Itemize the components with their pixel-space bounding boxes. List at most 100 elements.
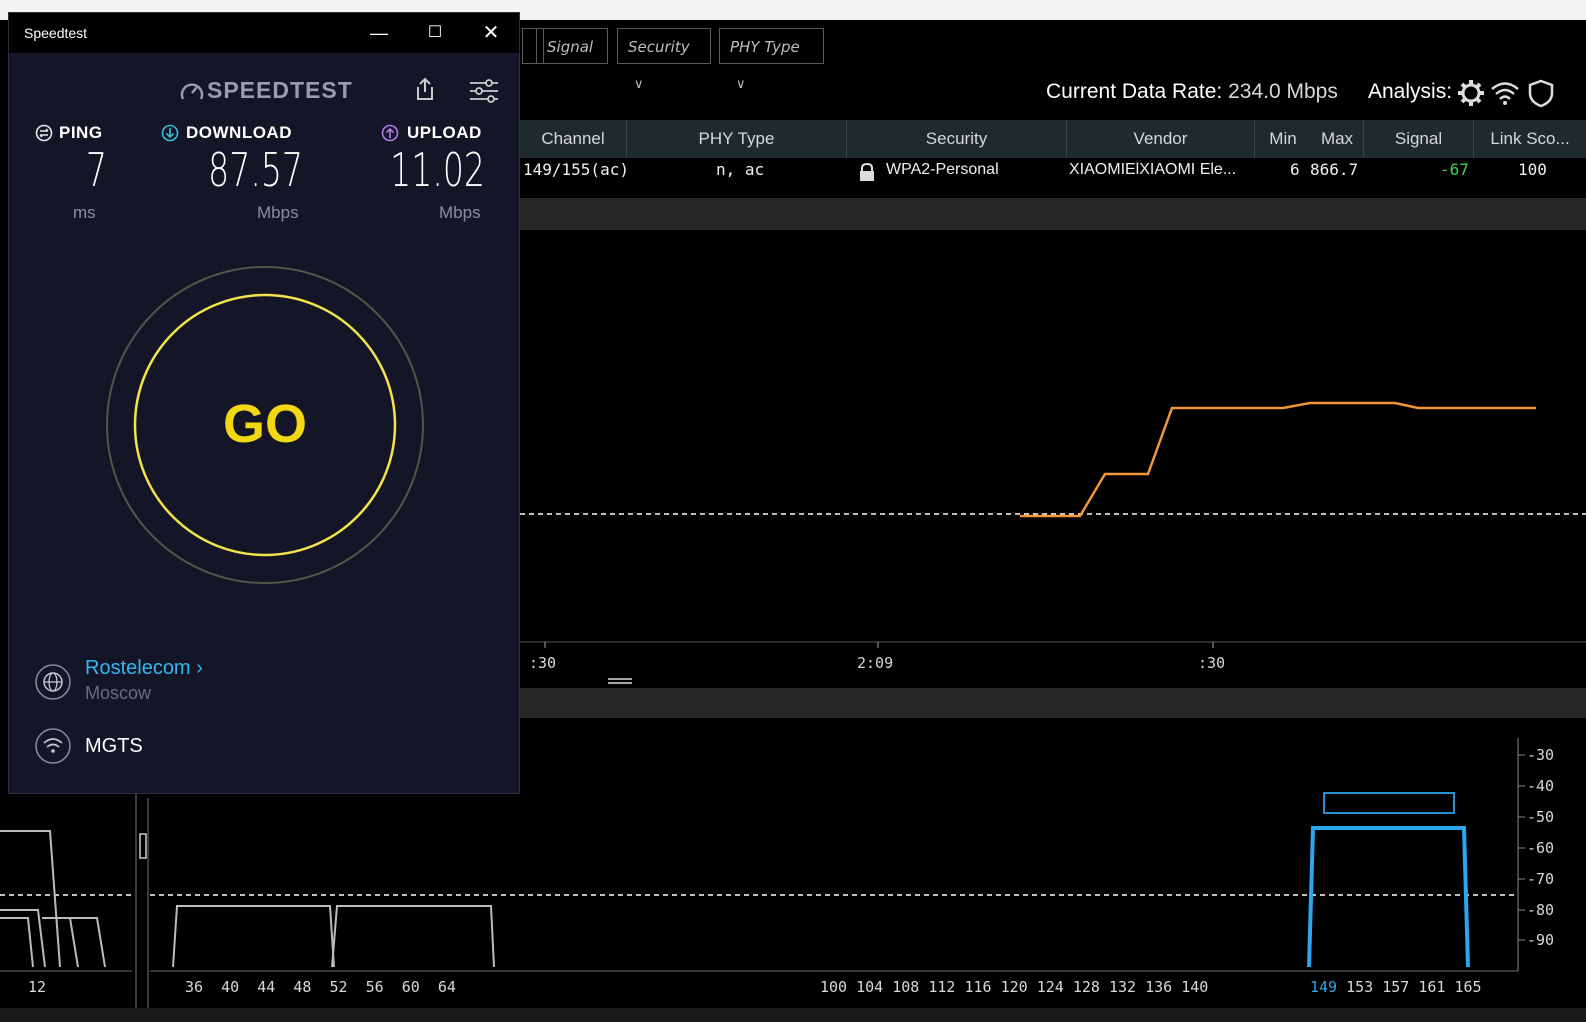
server-location: Moscow bbox=[85, 683, 152, 703]
rate-value: 234.0 Mbps bbox=[1228, 80, 1338, 103]
server-name: Rostelecom bbox=[85, 657, 191, 679]
upload-value: 11.02 bbox=[390, 143, 485, 197]
security-filter-label: Security bbox=[628, 38, 690, 56]
db-label: -50 bbox=[1527, 808, 1555, 826]
channel-label-selected: 149 bbox=[1310, 978, 1338, 996]
row-phy: n, ac bbox=[716, 160, 765, 179]
signal-filter-label: Signal bbox=[547, 38, 594, 56]
row-vendor: XIAOMIElXIAOMI Ele... bbox=[1069, 161, 1237, 178]
db-label: -90 bbox=[1527, 931, 1555, 949]
ping-label: PING bbox=[59, 123, 103, 142]
settings-sliders-icon[interactable] bbox=[469, 79, 499, 103]
selected-network-label-box bbox=[1323, 792, 1455, 814]
channel-label: 132 bbox=[1109, 978, 1137, 996]
channel-label: 104 bbox=[856, 978, 884, 996]
wifi-icon[interactable] bbox=[1490, 78, 1520, 108]
network-curve bbox=[172, 905, 335, 968]
pane-resize-handle bbox=[139, 833, 147, 859]
selected-network-curve bbox=[1307, 826, 1470, 968]
channel-labels-group-a: 36 40 44 48 52 56 60 64 bbox=[185, 978, 456, 996]
column-security[interactable]: Security bbox=[847, 120, 1067, 158]
phy-type-filter-label: PHY Type bbox=[730, 38, 800, 56]
speedtest-window: Speedtest — ☐ ✕ SPEEDTEST PING 7 ms DOWN… bbox=[8, 12, 520, 794]
bottom-strip bbox=[0, 1008, 1586, 1022]
channel-labels-group-c: 149 153 157 161 165 bbox=[1310, 978, 1482, 996]
db-label: -60 bbox=[1527, 839, 1555, 857]
column-phy-type[interactable]: PHY Type bbox=[627, 120, 847, 158]
spectrum-header-bar bbox=[520, 688, 1586, 718]
signal-time-graph bbox=[520, 401, 1586, 648]
download-unit: Mbps bbox=[257, 203, 299, 222]
time-label: 2:09 bbox=[857, 654, 894, 672]
channel-label: 100 bbox=[820, 978, 848, 996]
channel-label: 161 bbox=[1418, 978, 1446, 996]
column-channel[interactable]: Channel bbox=[520, 120, 627, 158]
row-security: WPA2-Personal bbox=[886, 161, 999, 178]
channel-label: 165 bbox=[1454, 978, 1482, 996]
isp-name: MGTS bbox=[85, 735, 143, 757]
channel-label: 36 bbox=[185, 978, 204, 996]
upload-icon bbox=[381, 124, 399, 142]
column-max[interactable]: Max bbox=[1311, 120, 1364, 158]
globe-icon bbox=[35, 664, 71, 700]
channel-label: 116 bbox=[964, 978, 992, 996]
channel-label: 157 bbox=[1382, 978, 1410, 996]
db-label: -30 bbox=[1527, 746, 1555, 764]
channel-label: 40 bbox=[221, 978, 240, 996]
table-row[interactable] bbox=[520, 158, 1586, 184]
db-label: -80 bbox=[1527, 901, 1555, 919]
channel-label: 120 bbox=[1000, 978, 1028, 996]
chevron-down-icon: ∨ bbox=[736, 77, 746, 92]
maximize-button[interactable]: ☐ bbox=[407, 13, 463, 53]
gear-icon[interactable] bbox=[1456, 78, 1486, 108]
db-label: -40 bbox=[1527, 777, 1555, 795]
phy-type-filter-button[interactable]: PHY Type ∨ bbox=[719, 28, 824, 92]
rate-label: Current Data Rate: bbox=[1046, 80, 1223, 103]
network-curve bbox=[331, 905, 495, 968]
ping-unit: ms bbox=[73, 203, 96, 222]
channel-label: 140 bbox=[1181, 978, 1209, 996]
minimize-button[interactable]: — bbox=[351, 13, 407, 53]
speedtest-titlebar[interactable]: Speedtest — ☐ ✕ bbox=[9, 13, 519, 53]
column-vendor[interactable]: Vendor bbox=[1067, 120, 1255, 158]
wifi-icon bbox=[35, 728, 71, 764]
analysis-label: Analysis: bbox=[1368, 80, 1453, 103]
splitter-grip-icon[interactable] bbox=[606, 676, 634, 686]
lock-icon bbox=[860, 162, 874, 181]
signal-filter-button[interactable]: Signal bbox=[536, 28, 608, 64]
chevron-down-icon: ∨ bbox=[634, 77, 644, 92]
channel-label: 44 bbox=[257, 978, 276, 996]
column-signal[interactable]: Signal bbox=[1364, 120, 1474, 158]
signal-history-line bbox=[1020, 401, 1536, 518]
column-min[interactable]: Min bbox=[1255, 120, 1311, 158]
server-link[interactable]: Rostelecom › bbox=[85, 657, 203, 680]
security-filter-button[interactable]: Security ∨ bbox=[617, 28, 711, 92]
upload-unit: Mbps bbox=[439, 203, 481, 222]
speedtest-logo-icon bbox=[180, 83, 204, 100]
channel-label: 153 bbox=[1346, 978, 1374, 996]
shield-icon[interactable] bbox=[1526, 78, 1556, 108]
upload-label: UPLOAD bbox=[407, 123, 482, 142]
column-link-score[interactable]: Link Sco... bbox=[1474, 120, 1586, 158]
go-label: GO bbox=[222, 394, 307, 454]
close-button[interactable]: ✕ bbox=[463, 13, 519, 53]
download-label: DOWNLOAD bbox=[186, 123, 292, 142]
download-icon bbox=[161, 124, 179, 142]
db-label: -70 bbox=[1527, 870, 1555, 888]
row-min: 6 bbox=[1290, 160, 1300, 179]
download-value: 87.57 bbox=[208, 143, 303, 197]
channel-label: 60 bbox=[401, 978, 420, 996]
time-graph-header-bar bbox=[520, 198, 1586, 230]
channel-label: 128 bbox=[1072, 978, 1100, 996]
speedtest-brand: SPEEDTEST bbox=[207, 77, 353, 103]
share-icon[interactable] bbox=[413, 76, 437, 102]
channel-label: 136 bbox=[1145, 978, 1173, 996]
channel-label: 12 bbox=[28, 978, 47, 996]
window-title: Speedtest bbox=[24, 25, 88, 41]
current-data-rate: Current Data Rate: 234.0 Mbps bbox=[1046, 80, 1338, 104]
row-link-score: 100 bbox=[1518, 160, 1547, 179]
channel-label: 64 bbox=[437, 978, 456, 996]
chevron-right-icon: › bbox=[196, 657, 203, 679]
channel-label: 52 bbox=[329, 978, 348, 996]
row-channel: 149/155(ac) bbox=[523, 160, 629, 179]
